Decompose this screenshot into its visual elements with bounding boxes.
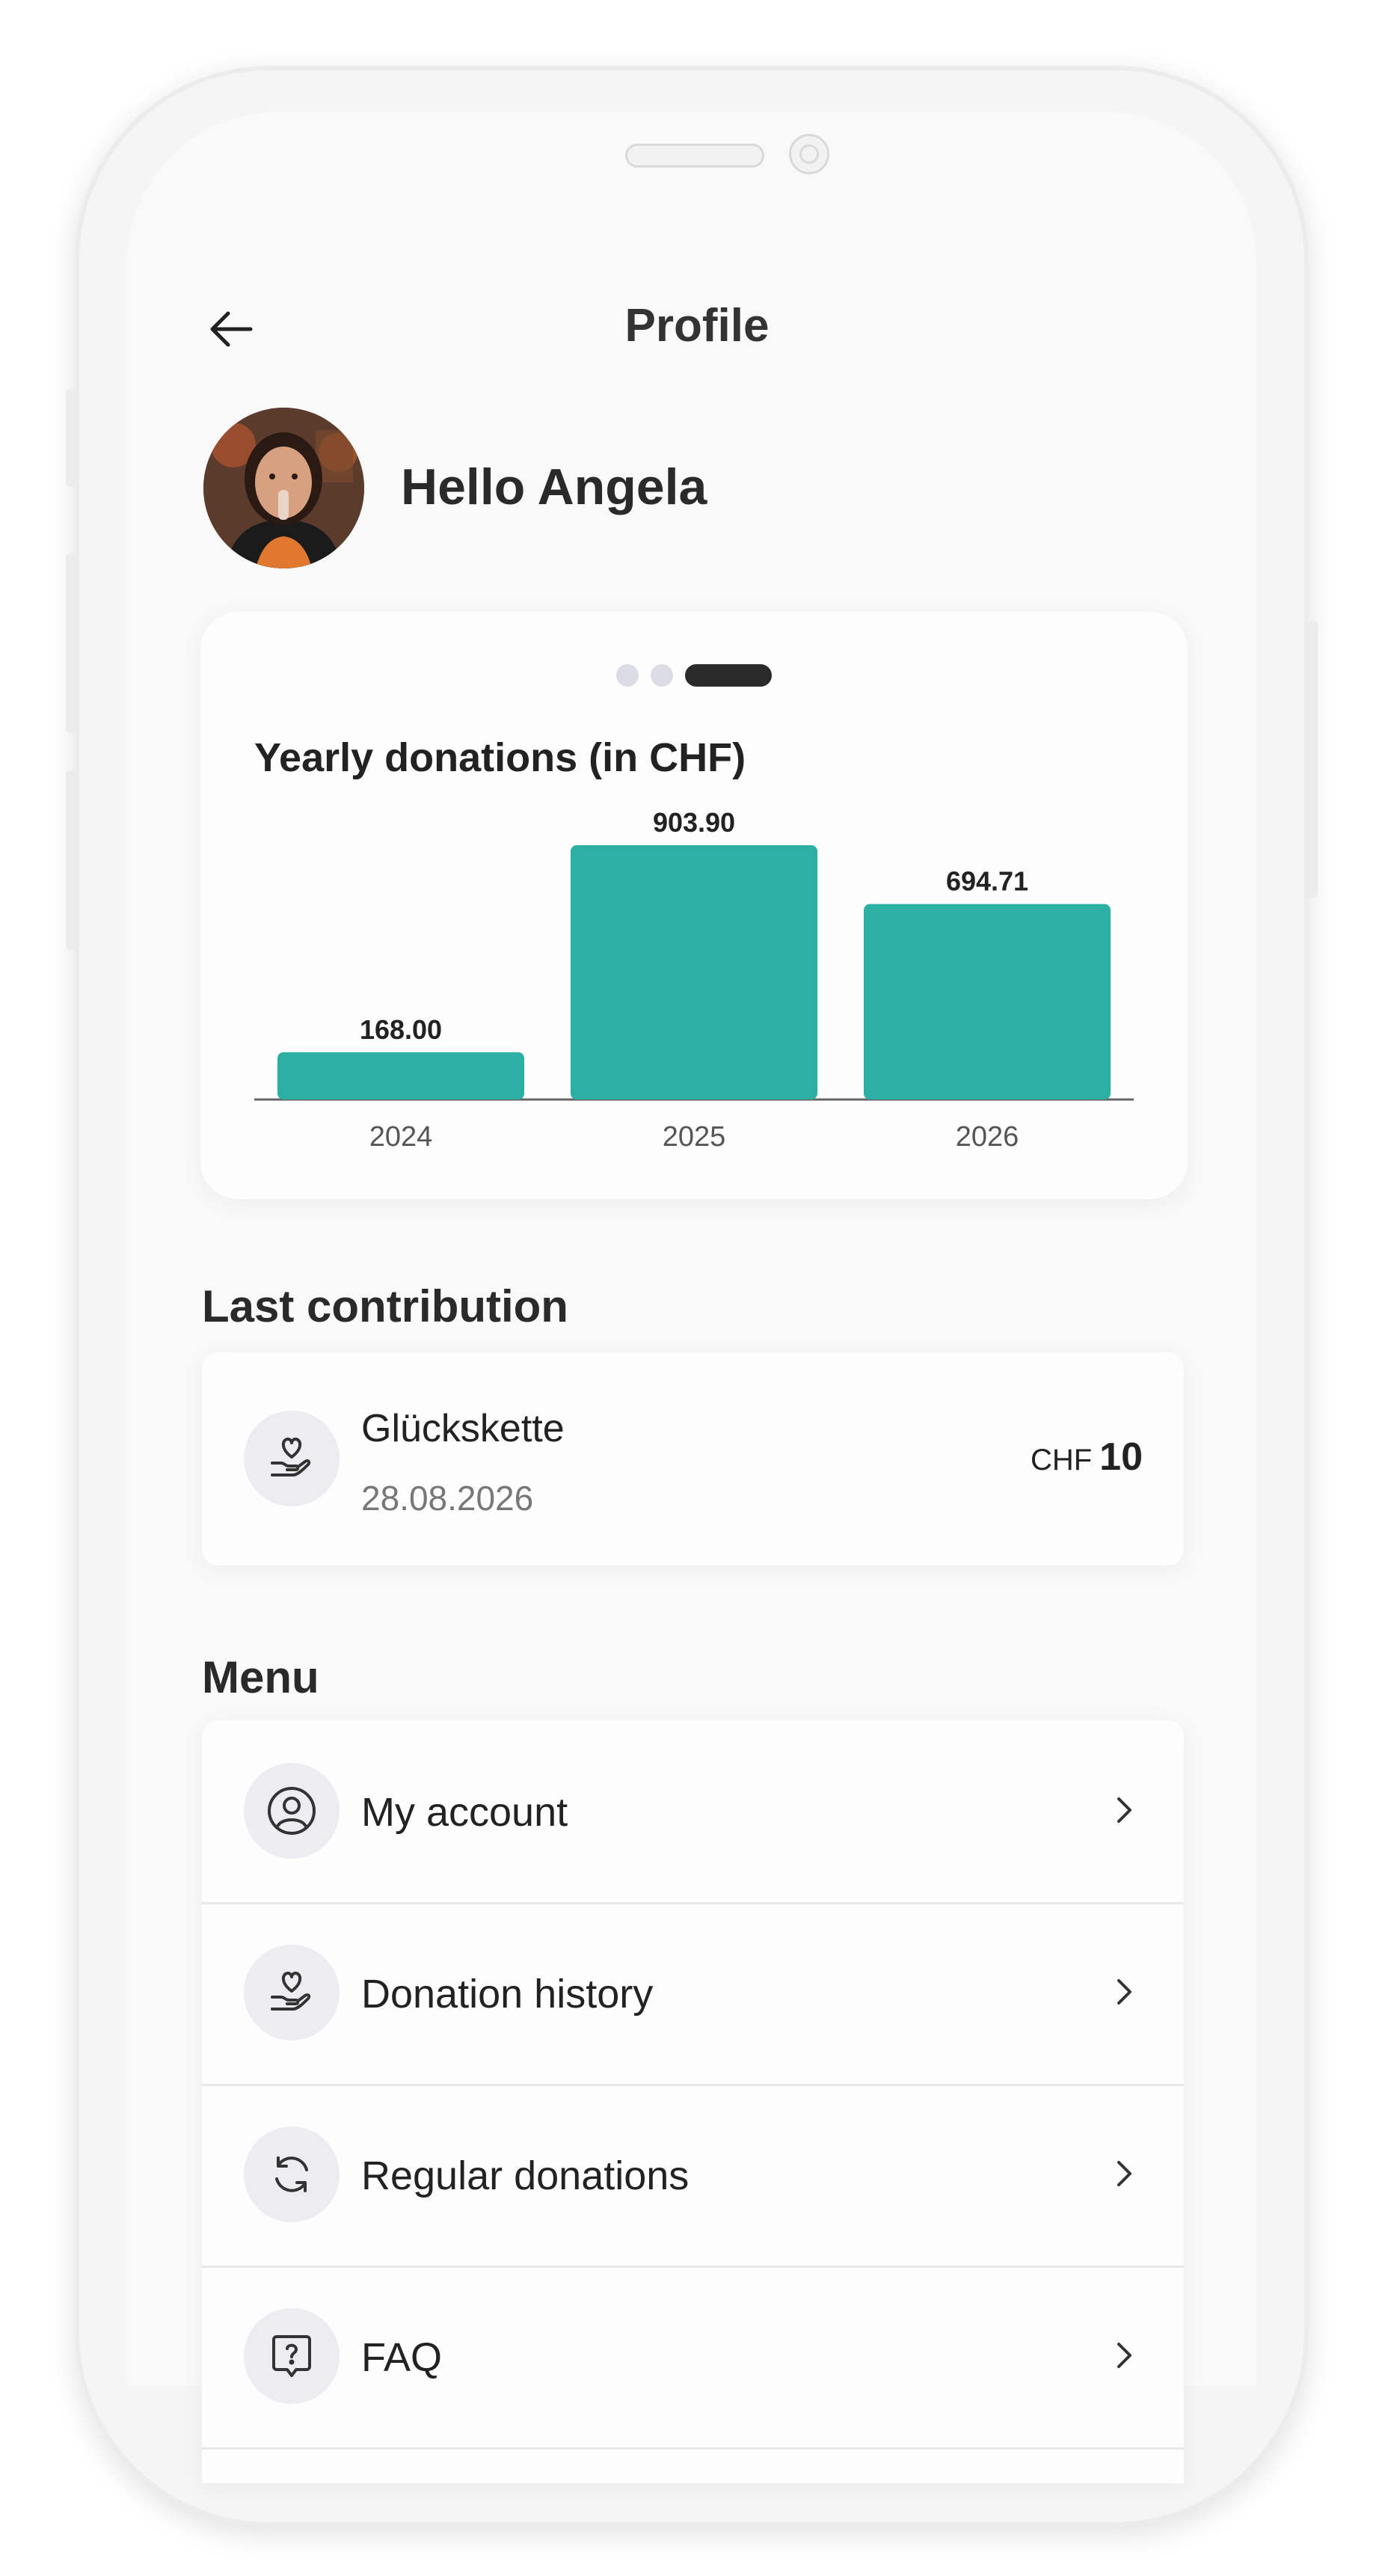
contribution-value: 10 [1099,1435,1143,1479]
refresh-icon [244,2126,340,2222]
menu-item-donation-history[interactable]: Donation history [202,1902,1184,2086]
donations-chart-card[interactable]: Yearly donations (in CHF) 168.00 2024 903.… [200,612,1188,1199]
phone-side-button [1307,621,1318,898]
chevron-right-icon [1117,2343,1132,2368]
menu-item-faq[interactable]: FAQ [202,2266,1184,2450]
menu-item-label: Regular donations [361,2153,690,2198]
menu-title: Menu [202,1652,319,1702]
last-contribution-card[interactable]: Glückskette 28.08.2026 CHF 10 [202,1352,1184,1565]
greeting: Hello Angela [401,459,707,515]
heart-hand-icon [244,1411,340,1506]
bar-value-label: 168.00 [360,1014,442,1045]
bar-2024[interactable] [277,1052,524,1100]
contribution-date: 28.08.2026 [361,1479,534,1518]
phone-speaker [625,144,764,168]
contribution-amount: CHF 10 [1031,1435,1143,1479]
phone-side-button [66,389,76,486]
phone-camera [789,134,829,174]
x-tick-label: 2024 [369,1121,433,1153]
bar-2026[interactable] [864,904,1111,1100]
phone-side-button [66,553,76,733]
heart-hand-icon [244,1945,340,2040]
phone-side-button [66,770,76,950]
page-title: Profile [624,300,770,352]
menu-item-label: My account [361,1790,568,1835]
avatar[interactable] [203,408,364,568]
menu-list: My account Donation history Regular dona… [202,1720,1184,2483]
chevron-right-icon [1117,1979,1132,2005]
bar-value-label: 903.90 [653,807,735,838]
chevron-right-icon [1117,1797,1132,1823]
x-tick-label: 2025 [663,1121,726,1153]
bar-value-label: 694.71 [946,866,1028,897]
user-circle-icon [244,1763,340,1859]
menu-item-regular-donations[interactable]: Regular donations [202,2084,1184,2268]
menu-item-label: Donation history [361,1972,654,2017]
chevron-right-icon [1117,2161,1132,2186]
menu-item-my-account[interactable]: My account [202,1720,1184,1904]
last-contribution-title: Last contribution [202,1281,568,1331]
x-tick-label: 2026 [956,1121,1019,1153]
menu-item-label: FAQ [361,2335,443,2380]
contribution-currency: CHF [1030,1444,1093,1476]
question-bubble-icon [244,2308,340,2404]
bar-chart: 168.00 2024 903.90 2025 694.71 2026 [254,807,1134,1153]
contribution-recipient: Glückskette [361,1407,565,1450]
bar-2025[interactable] [571,845,817,1100]
